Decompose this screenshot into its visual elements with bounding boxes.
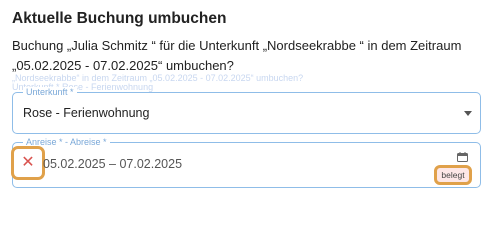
dialog-title: Aktuelle Buchung umbuchen: [12, 10, 227, 27]
unterkunft-select[interactable]: Unterkunft * Rose - Ferienwohnung: [12, 87, 481, 134]
close-icon: ✕: [21, 154, 35, 171]
date-range-value: 05.02.2025 – 07.02.2025: [43, 157, 183, 171]
clear-date-button[interactable]: ✕: [11, 146, 45, 180]
date-range-field[interactable]: Anreise * - Abreise * ✕ 05.02.2025 – 07.…: [11, 137, 481, 188]
calendar-icon[interactable]: [457, 152, 468, 162]
status-badge: belegt: [434, 165, 472, 185]
chevron-down-icon[interactable]: [464, 111, 472, 116]
unterkunft-label: Unterkunft *: [23, 87, 77, 98]
unterkunft-value: Rose - Ferienwohnung: [23, 106, 150, 120]
rebook-dialog: Aktuelle Buchung umbuchen Buchung „Julia…: [0, 0, 493, 202]
dialog-description: Buchung „Julia Schmitz “ für die Unterku…: [12, 38, 462, 73]
